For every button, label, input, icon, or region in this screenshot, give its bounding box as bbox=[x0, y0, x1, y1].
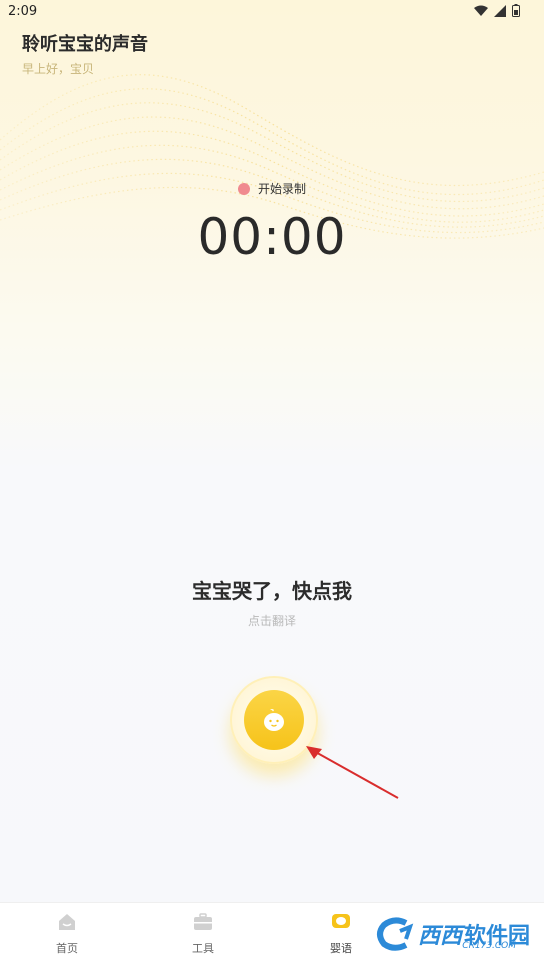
baby-face-icon bbox=[244, 690, 304, 750]
recording-timer: 00:00 bbox=[197, 208, 347, 266]
page-title: 聆听宝宝的声音 bbox=[22, 34, 148, 55]
start-recording-label: 开始录制 bbox=[257, 182, 306, 196]
home-icon bbox=[59, 914, 75, 930]
watermark-domain: CR173.COM bbox=[462, 941, 516, 951]
status-bar: 2:09 bbox=[0, 0, 544, 24]
record-dot-icon bbox=[237, 182, 250, 195]
watermark-brand: 西西 bbox=[417, 924, 462, 949]
cr-logo-icon bbox=[376, 917, 414, 951]
toolbox-icon bbox=[194, 913, 212, 930]
nav-item-baby-talk[interactable]: 婴语 bbox=[311, 913, 371, 956]
status-time: 2:09 bbox=[8, 4, 38, 19]
baby-chat-icon bbox=[332, 914, 350, 928]
nav-item-home[interactable]: 首页 bbox=[37, 913, 97, 956]
nav-label-home: 首页 bbox=[56, 942, 78, 955]
nav-item-tools[interactable]: 工具 bbox=[173, 913, 233, 956]
nav-label-tools: 工具 bbox=[192, 942, 214, 955]
annotation-arrow bbox=[306, 746, 399, 799]
start-recording-button[interactable]: 开始录制 bbox=[0, 180, 544, 197]
cry-prompt-title: 宝宝哭了，快点我 bbox=[192, 579, 352, 603]
nav-label-baby-talk: 婴语 bbox=[330, 942, 352, 955]
translate-hint: 点击翻译 bbox=[247, 614, 296, 628]
status-icons bbox=[474, 4, 520, 17]
wifi-icon bbox=[474, 5, 488, 16]
battery-icon bbox=[512, 4, 520, 17]
signal-icon bbox=[494, 4, 506, 17]
